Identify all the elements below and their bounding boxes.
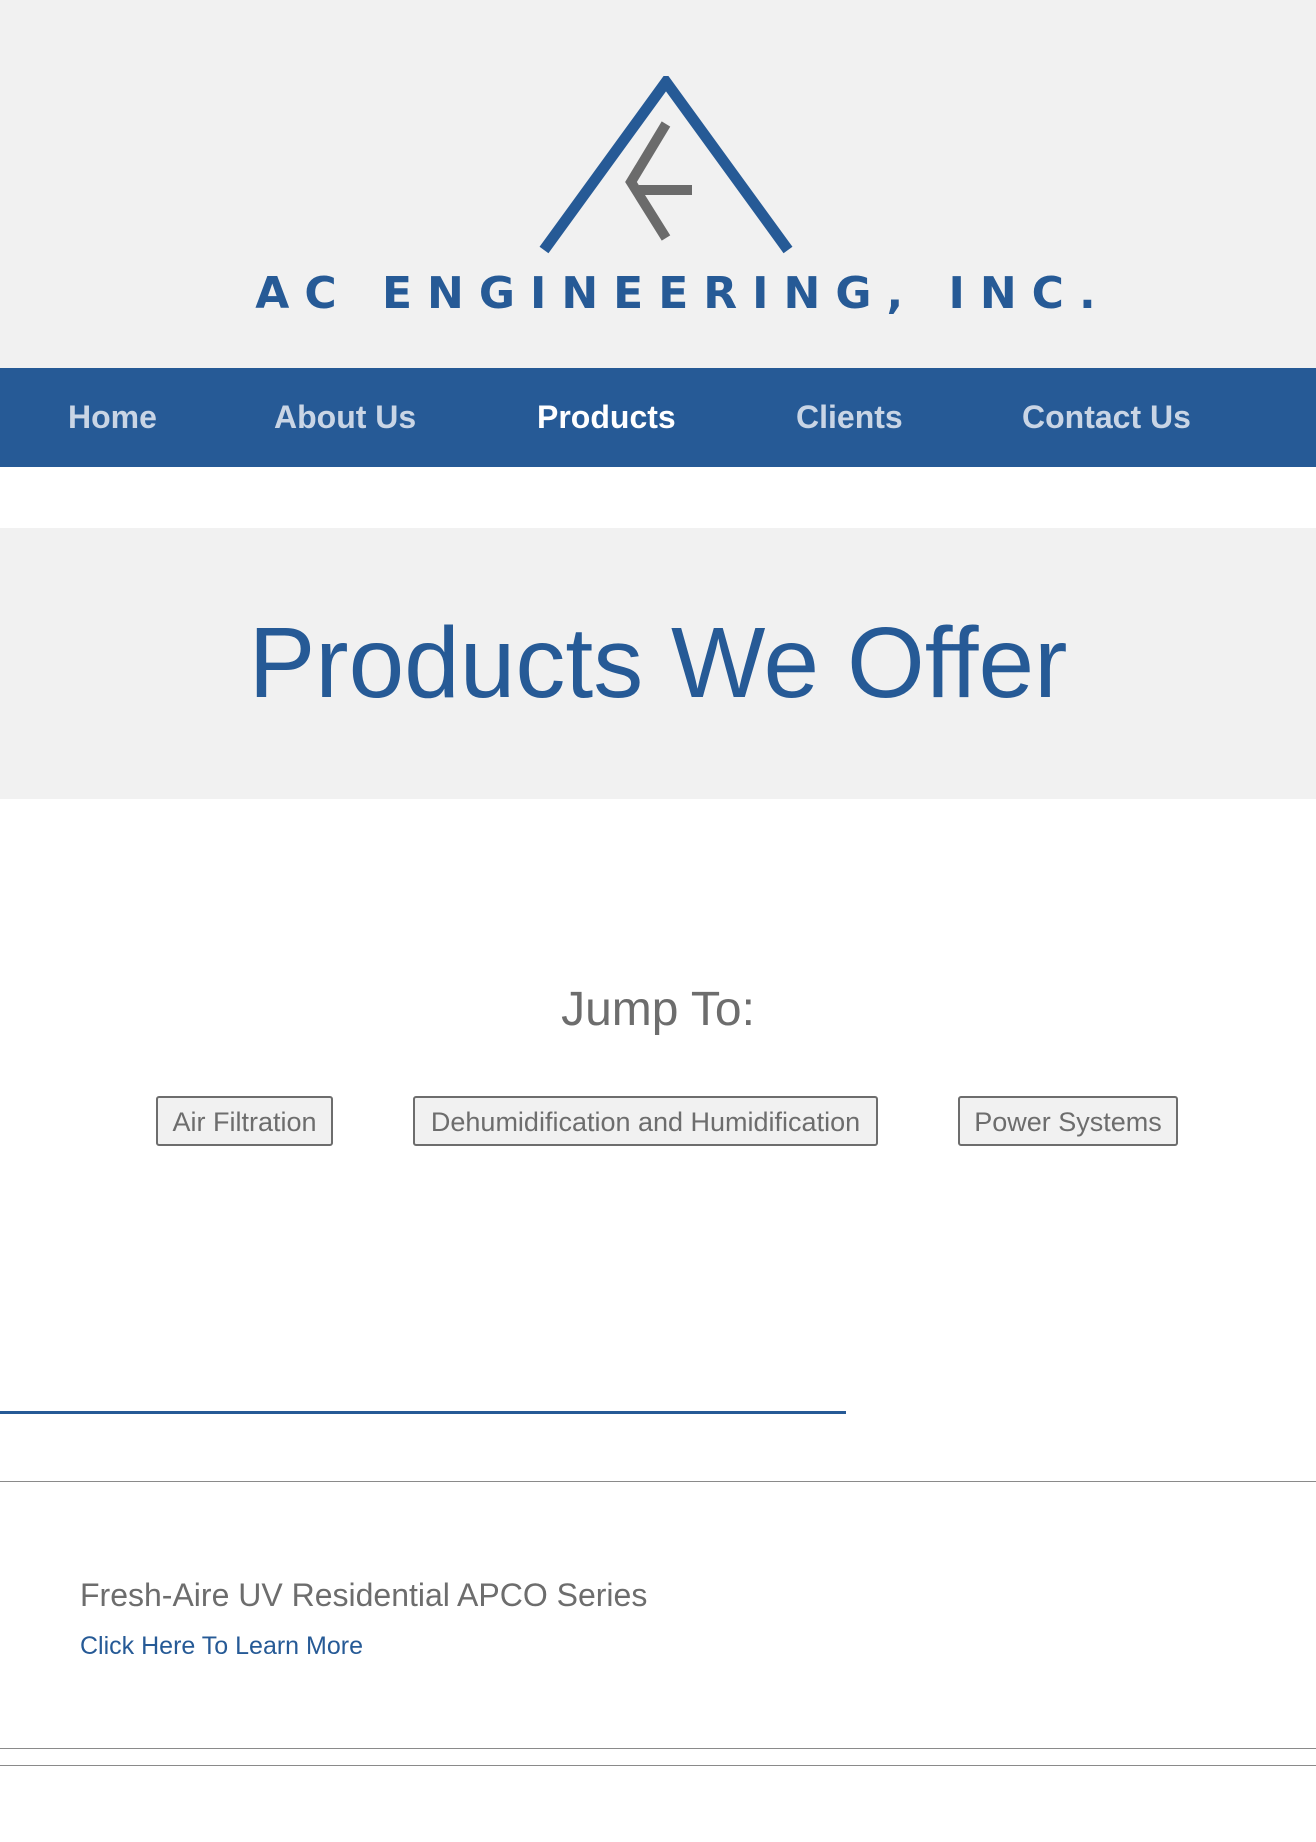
section-divider	[0, 1765, 1316, 1766]
nav-about-us[interactable]: About Us	[274, 368, 416, 467]
section-divider	[0, 1748, 1316, 1749]
nav-products[interactable]: Products	[537, 368, 676, 467]
main-navigation: Home About Us Products Clients Contact U…	[0, 368, 1316, 467]
company-logo-icon[interactable]	[530, 76, 800, 262]
jump-to-heading: Jump To:	[561, 983, 755, 1036]
site-header: AC ENGINEERING, INC.	[0, 0, 1316, 368]
nav-contact-us[interactable]: Contact Us	[1022, 368, 1191, 467]
section-divider	[0, 1481, 1316, 1482]
learn-more-link[interactable]: Click Here To Learn More	[80, 1632, 363, 1661]
nav-home[interactable]: Home	[68, 368, 157, 467]
jump-air-filtration-button[interactable]: Air Filtration	[156, 1096, 333, 1146]
company-name: AC ENGINEERING, INC.	[255, 268, 1111, 319]
nav-clients[interactable]: Clients	[796, 368, 903, 467]
product-title: Fresh-Aire UV Residential APCO Series	[80, 1577, 648, 1613]
jump-dehumidification-button[interactable]: Dehumidification and Humidification	[413, 1096, 878, 1146]
section-divider-blue	[0, 1411, 846, 1414]
jump-power-systems-button[interactable]: Power Systems	[958, 1096, 1178, 1146]
hero-banner: Products We Offer	[0, 528, 1316, 799]
page-title: Products We Offer	[248, 607, 1068, 719]
